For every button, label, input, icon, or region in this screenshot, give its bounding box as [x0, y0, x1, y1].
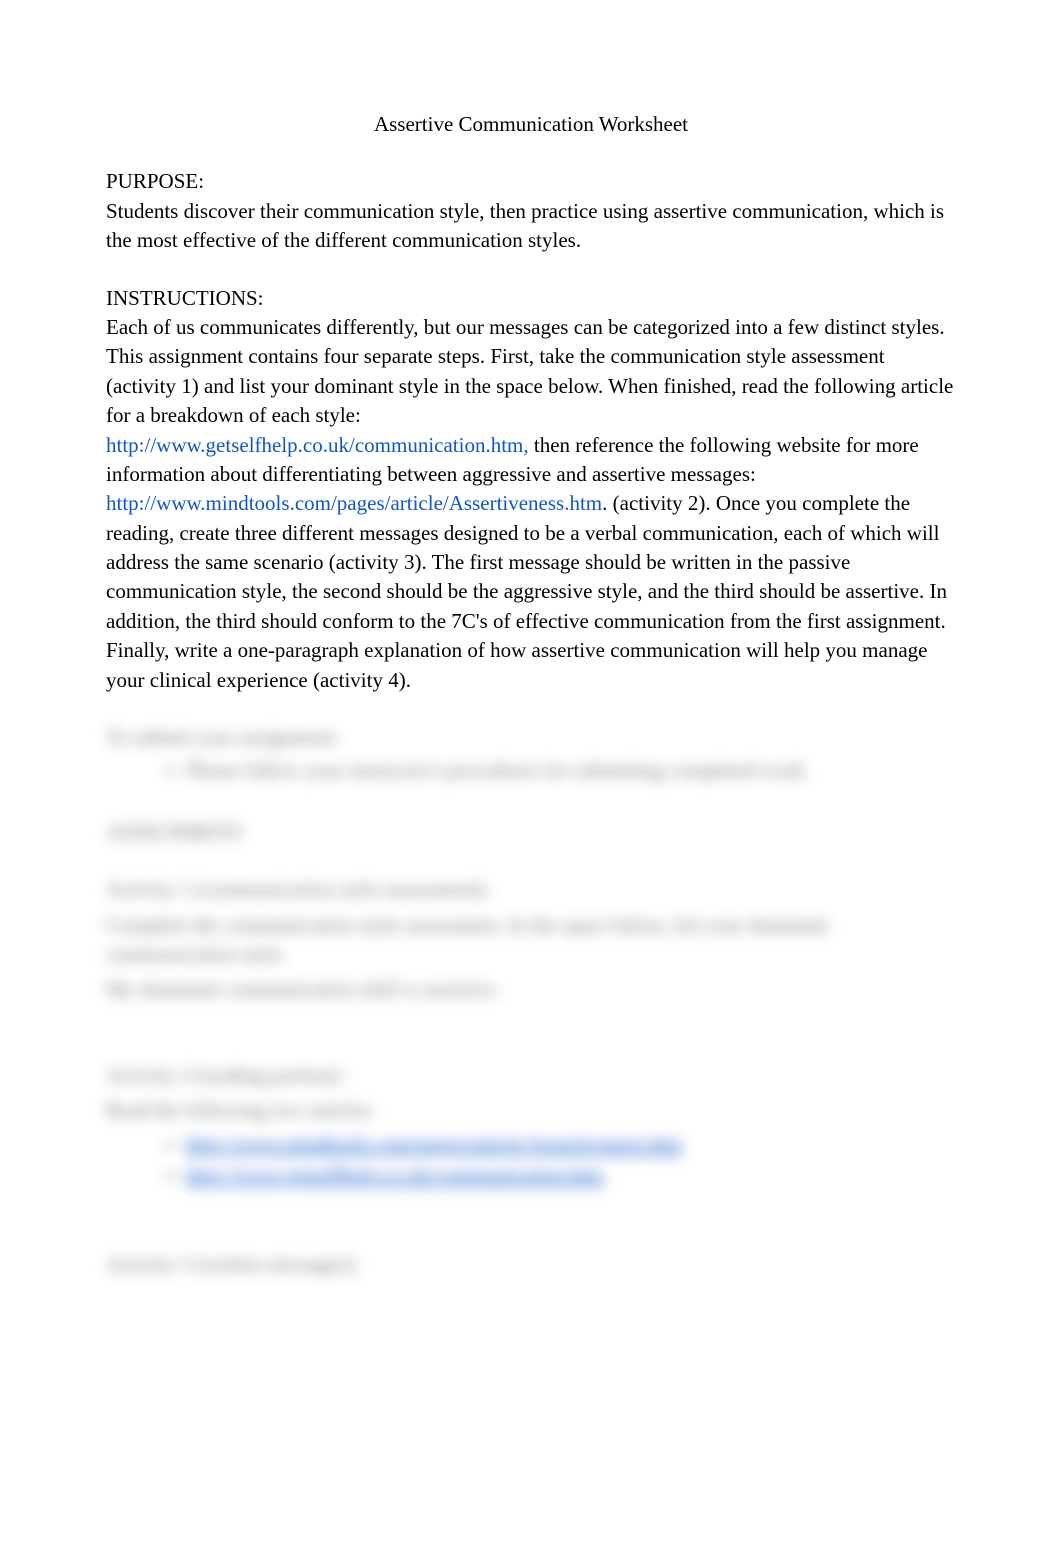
- activity-2-link-item-2: http://www.getselfhelp.co.uk/communicati…: [186, 1161, 956, 1190]
- submit-list: Please follow your instructor's procedur…: [106, 756, 956, 785]
- instructions-heading: INSTRUCTIONS:: [106, 284, 956, 313]
- submit-section: To submit your assignment: Please follow…: [106, 723, 956, 786]
- activity-1-answer: My dominant communication skill is asser…: [106, 975, 956, 1004]
- submit-heading: To submit your assignment:: [106, 723, 956, 752]
- getselfhelp-link[interactable]: http://www.getselfhelp.co.uk/communicati…: [106, 433, 529, 457]
- activity-2-link-item-1: http://www.mindtools.com/pages/article/A…: [186, 1130, 956, 1159]
- submit-item: Please follow your instructor's procedur…: [186, 756, 956, 785]
- mindtools-link[interactable]: http://www.mindtools.com/pages/article/A…: [106, 491, 602, 515]
- blurred-content: To submit your assignment: Please follow…: [106, 723, 956, 1280]
- purpose-heading: PURPOSE:: [106, 167, 956, 196]
- mindtools-link-2[interactable]: http://www.mindtools.com/pages/article/A…: [186, 1132, 682, 1156]
- purpose-body: Students discover their communication st…: [106, 197, 956, 256]
- getselfhelp-link-2[interactable]: http://www.getselfhelp.co.uk/communicati…: [186, 1163, 603, 1187]
- instructions-text-1: Each of us communicates differently, but…: [106, 315, 953, 427]
- assignment-heading: ASSIGNMENT:: [106, 818, 956, 847]
- instructions-body: Each of us communicates differently, but…: [106, 313, 956, 695]
- activity-1-body: Complete the communication style assessm…: [106, 911, 956, 970]
- activity-1-heading: Activity 1 (communication style assessme…: [106, 875, 956, 904]
- instructions-text-3: . (activity 2). Once you complete the re…: [106, 491, 947, 691]
- activity-2-body: Read the following two articles:: [106, 1096, 956, 1125]
- document-title: Assertive Communication Worksheet: [106, 110, 956, 139]
- activity-2-list: http://www.mindtools.com/pages/article/A…: [106, 1130, 956, 1191]
- instructions-section: INSTRUCTIONS: Each of us communicates di…: [106, 284, 956, 695]
- purpose-section: PURPOSE: Students discover their communi…: [106, 167, 956, 255]
- activity-2-heading: Activity 2 (reading portion):: [106, 1061, 956, 1090]
- activity-3-heading: Activity 3 (written messages):: [106, 1250, 956, 1279]
